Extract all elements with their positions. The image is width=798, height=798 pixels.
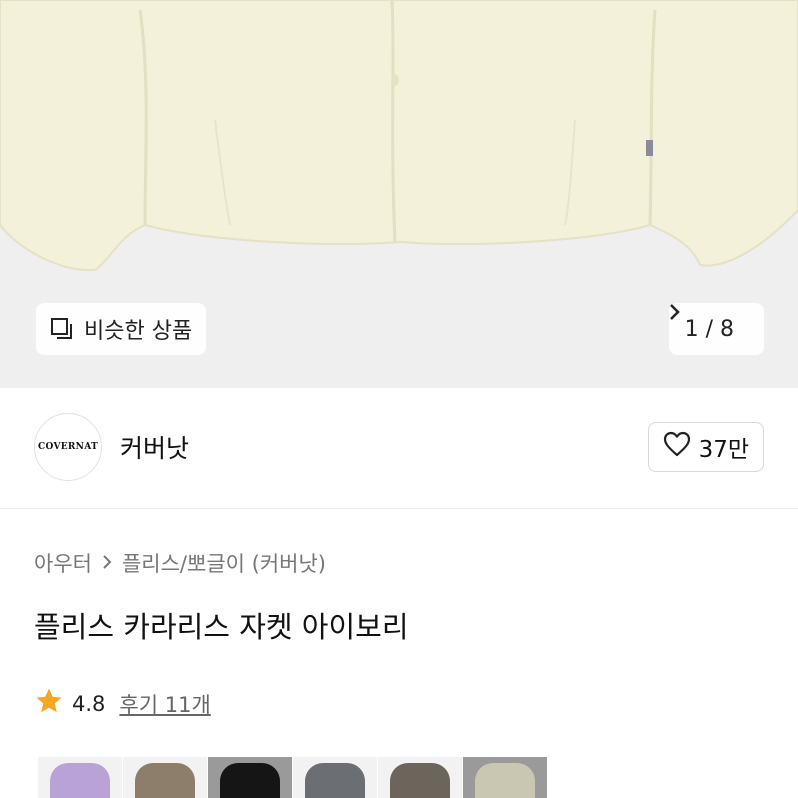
label-tag — [646, 140, 653, 156]
swatch-garment — [135, 763, 195, 798]
pager-text: 1 / 8 — [684, 316, 734, 342]
product-title: 플리스 카라리스 자켓 아이보리 — [34, 610, 409, 644]
rating-row: 4.8 후기 11개 — [34, 686, 211, 721]
breadcrumb: 아우터 플리스/뽀글이 (커버낫) — [34, 548, 326, 578]
breadcrumb-level2[interactable]: 플리스/뽀글이 (커버낫) — [122, 548, 326, 578]
brand-name[interactable]: 커버낫 — [120, 429, 189, 465]
swatch-garment — [390, 763, 450, 798]
brand-row: COVERNAT 커버낫 37만 — [34, 412, 764, 482]
color-swatch[interactable] — [378, 757, 462, 798]
color-options — [38, 757, 547, 798]
brand-logo[interactable]: COVERNAT — [34, 413, 102, 481]
like-button[interactable]: 37만 — [647, 422, 764, 472]
color-swatch[interactable] — [208, 757, 292, 798]
like-count: 37만 — [698, 437, 749, 463]
swatch-garment — [475, 763, 535, 798]
image-pager[interactable]: 1 / 8 — [668, 303, 764, 355]
review-count-link[interactable]: 후기 11개 — [119, 689, 210, 719]
brand-logo-text: COVERNAT — [38, 442, 98, 452]
similar-products-label: 비슷한 상품 — [84, 319, 193, 344]
heart-icon — [663, 431, 691, 463]
star-icon — [34, 686, 64, 721]
divider — [0, 508, 798, 509]
swatch-garment — [50, 763, 110, 798]
jacket-body — [0, 0, 798, 272]
breadcrumb-level1[interactable]: 아우터 — [34, 548, 92, 578]
rating-score: 4.8 — [72, 691, 106, 716]
color-swatch[interactable] — [123, 757, 207, 798]
color-swatch[interactable] — [293, 757, 377, 798]
swatch-garment — [305, 763, 365, 798]
product-image[interactable]: 비슷한 상품 1 / 8 — [0, 0, 798, 388]
similar-icon — [50, 317, 74, 341]
color-swatch[interactable] — [38, 757, 122, 798]
color-swatch[interactable] — [463, 757, 547, 798]
chevron-right-icon — [102, 551, 112, 575]
swatch-garment — [220, 763, 280, 798]
similar-products-button[interactable]: 비슷한 상품 — [36, 303, 207, 355]
